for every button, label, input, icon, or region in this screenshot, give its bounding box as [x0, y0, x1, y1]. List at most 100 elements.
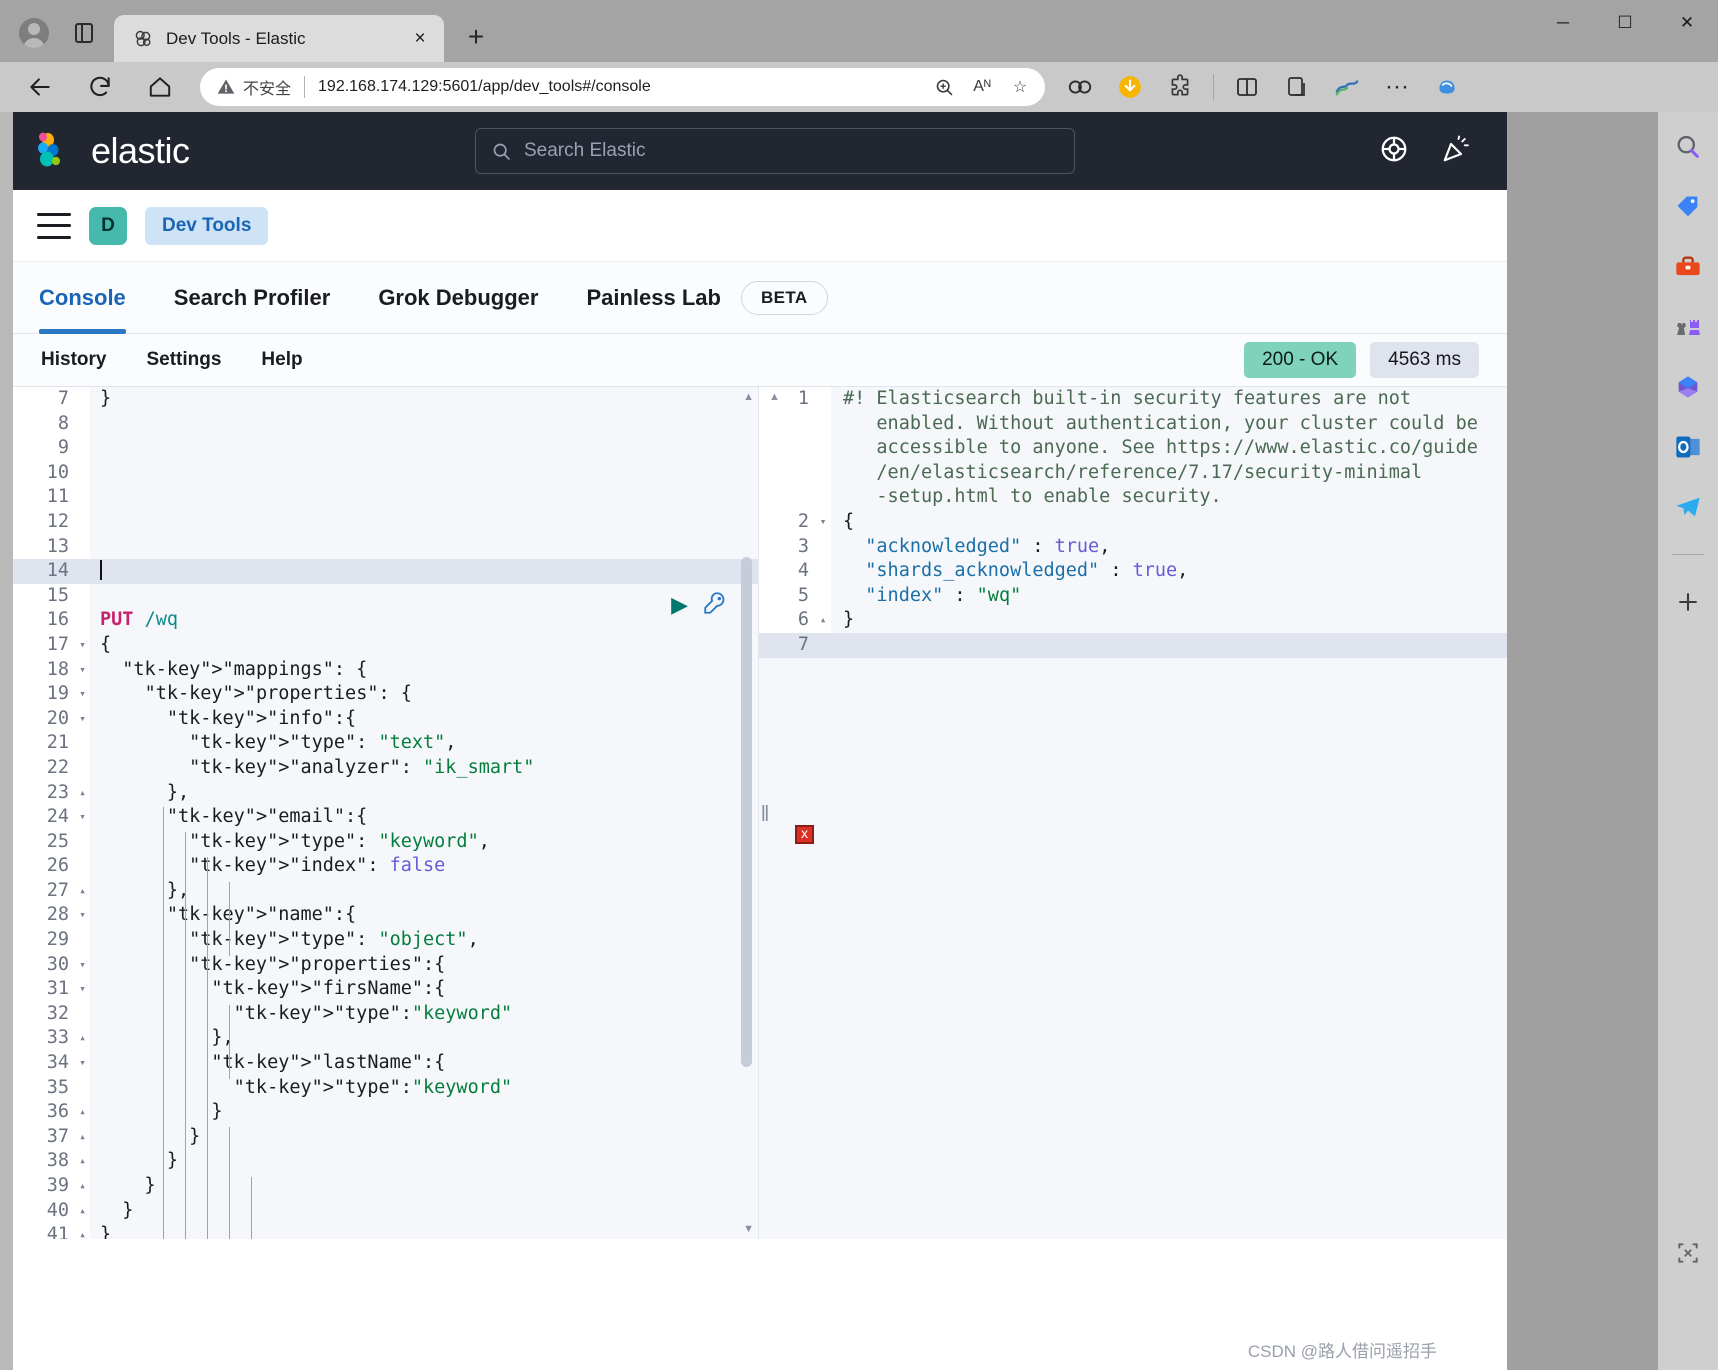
- fold-toggle-icon[interactable]: ▾: [75, 682, 90, 707]
- read-aloud-icon[interactable]: Aᴺ: [963, 71, 1001, 103]
- fold-toggle-icon[interactable]: ▴: [75, 1100, 90, 1125]
- request-code[interactable]: 7} 8 9 10 11 12 13 14 15 16 PUT /wq 17 ▾{18 ▾ "tk-key…: [13, 387, 758, 1239]
- fold-toggle-icon[interactable]: ▴: [75, 1149, 90, 1174]
- editor-line[interactable]: 37 ▴ }: [13, 1124, 758, 1150]
- fold-toggle-icon[interactable]: [75, 928, 90, 953]
- editor-line[interactable]: 20 ▾ "tk-key">"info":{: [13, 706, 758, 732]
- elastic-logo[interactable]: elastic: [35, 130, 475, 172]
- fold-toggle-icon[interactable]: [815, 387, 831, 510]
- wrench-icon[interactable]: [702, 590, 728, 622]
- editor-line[interactable]: 23 ▴ },: [13, 780, 758, 806]
- editor-line[interactable]: 14: [13, 559, 758, 584]
- request-editor[interactable]: 7} 8 9 10 11 12 13 14 15 16 PUT /wq 17 ▾{18 ▾ "tk-key…: [13, 387, 758, 1239]
- history-button[interactable]: History: [41, 349, 106, 371]
- fold-toggle-icon[interactable]: [815, 559, 831, 584]
- fold-toggle-icon[interactable]: [75, 1075, 90, 1101]
- editor-line[interactable]: 26 "tk-key">"index": false: [13, 854, 758, 879]
- editor-line[interactable]: 32 "tk-key">"type":"keyword": [13, 1001, 758, 1027]
- outlook-icon[interactable]: [1671, 430, 1705, 464]
- fold-toggle-icon[interactable]: ▴: [75, 1026, 90, 1052]
- favorite-star-icon[interactable]: ☆: [1001, 71, 1039, 103]
- play-icon[interactable]: ▶: [671, 592, 688, 618]
- telegram-icon[interactable]: [1671, 490, 1705, 524]
- settings-more-icon[interactable]: ···: [1375, 67, 1419, 107]
- breadcrumb-item-dev-tools[interactable]: Dev Tools: [145, 206, 269, 245]
- fold-toggle-icon[interactable]: [75, 829, 90, 855]
- editor-line[interactable]: 39 ▴ }: [13, 1174, 758, 1199]
- editor-line[interactable]: 7}: [13, 387, 758, 412]
- games-icon[interactable]: [1671, 310, 1705, 344]
- editor-line[interactable]: 38 ▴ }: [13, 1149, 758, 1174]
- tab-actions-button[interactable]: [64, 13, 104, 53]
- fold-toggle-icon[interactable]: ▴: [75, 780, 90, 806]
- browser-essentials-icon[interactable]: [1325, 67, 1369, 107]
- add-to-collections-icon[interactable]: [1275, 67, 1319, 107]
- fold-toggle-icon[interactable]: ▴: [75, 1174, 90, 1199]
- fold-toggle-icon[interactable]: [815, 632, 831, 658]
- global-search-input[interactable]: Search Elastic: [475, 128, 1075, 174]
- editor-line[interactable]: 27 ▴ },: [13, 878, 758, 904]
- editor-line[interactable]: 36 ▴ }: [13, 1100, 758, 1125]
- close-icon[interactable]: ×: [406, 25, 434, 53]
- editor-line[interactable]: 30 ▾ "tk-key">"properties":{: [13, 952, 758, 978]
- add-icon[interactable]: [1671, 585, 1705, 619]
- editor-line[interactable]: 12: [13, 509, 758, 535]
- fold-toggle-icon[interactable]: ▴: [75, 878, 90, 904]
- fold-toggle-icon[interactable]: ▾: [75, 1051, 90, 1076]
- fold-toggle-icon[interactable]: [75, 1001, 90, 1027]
- tab-grok-debugger[interactable]: Grok Debugger: [378, 262, 538, 334]
- zoom-in-icon[interactable]: [925, 71, 963, 103]
- fold-toggle-icon[interactable]: ▾: [75, 632, 90, 658]
- fold-toggle-icon[interactable]: [75, 583, 90, 609]
- help-icon[interactable]: [1379, 134, 1409, 169]
- fold-toggle-icon[interactable]: ▾: [75, 805, 90, 830]
- editor-line[interactable]: 28 ▾ "tk-key">"name":{: [13, 903, 758, 929]
- fold-toggle-icon[interactable]: ▾: [75, 706, 90, 732]
- maximize-icon[interactable]: ☐: [1594, 0, 1656, 46]
- new-tab-button[interactable]: +: [456, 17, 496, 57]
- scroll-down-arrow-icon[interactable]: ▼: [743, 1223, 754, 1235]
- browser-tab[interactable]: Dev Tools - Elastic ×: [114, 15, 444, 62]
- fold-toggle-icon[interactable]: [75, 534, 90, 560]
- window-close-icon[interactable]: ✕: [1656, 0, 1718, 46]
- error-marker-icon[interactable]: x: [795, 825, 814, 844]
- fold-toggle-icon[interactable]: [815, 583, 831, 609]
- home-icon[interactable]: [138, 67, 182, 107]
- editor-line[interactable]: 18 ▾ "tk-key">"mappings": {: [13, 657, 758, 683]
- fold-toggle-icon[interactable]: ▴: [815, 608, 831, 633]
- editor-line[interactable]: 41 ▴}: [13, 1223, 758, 1239]
- fold-toggle-icon[interactable]: ▴: [75, 1198, 90, 1224]
- fold-toggle-icon[interactable]: ▾: [75, 977, 90, 1002]
- settings-button[interactable]: Settings: [146, 349, 221, 371]
- fold-toggle-icon[interactable]: ▾: [75, 903, 90, 929]
- help-button[interactable]: Help: [261, 349, 302, 371]
- tab-console[interactable]: Console: [39, 262, 126, 334]
- editor-line[interactable]: 40 ▴ }: [13, 1198, 758, 1224]
- fold-toggle-icon[interactable]: [75, 485, 90, 510]
- search-icon[interactable]: [1671, 130, 1705, 164]
- editor-line[interactable]: 35 "tk-key">"type":"keyword": [13, 1075, 758, 1101]
- pane-resize-handle[interactable]: ‖: [758, 387, 772, 1240]
- editor-line[interactable]: 21 "tk-key">"type": "text",: [13, 731, 758, 756]
- address-bar[interactable]: 不安全 192.168.174.129:5601/app/dev_tools#/…: [200, 68, 1045, 106]
- split-screen-icon[interactable]: [1225, 67, 1269, 107]
- editor-line[interactable]: 33 ▴ },: [13, 1026, 758, 1052]
- office-icon[interactable]: [1671, 370, 1705, 404]
- fold-toggle-icon[interactable]: [75, 559, 90, 584]
- editor-line[interactable]: 11: [13, 485, 758, 510]
- editor-line[interactable]: 22 "tk-key">"analyzer": "ik_smart": [13, 755, 758, 781]
- editor-line[interactable]: 15: [13, 583, 758, 609]
- editor-line[interactable]: 24 ▾ "tk-key">"email":{: [13, 805, 758, 830]
- fold-toggle-icon[interactable]: ▴: [75, 1124, 90, 1150]
- screenshot-tool-icon[interactable]: [1671, 1236, 1705, 1270]
- fold-toggle-icon[interactable]: [75, 608, 90, 633]
- fold-toggle-icon[interactable]: [75, 731, 90, 756]
- profile-button[interactable]: [12, 11, 56, 55]
- fold-toggle-icon[interactable]: ▾: [815, 509, 831, 535]
- menu-toggle-icon[interactable]: [37, 212, 71, 239]
- whats-new-icon[interactable]: [1441, 134, 1471, 169]
- editor-line[interactable]: 16 PUT /wq: [13, 608, 758, 633]
- editor-scrollbar[interactable]: [741, 557, 752, 1067]
- editor-line[interactable]: 31 ▾ "tk-key">"firsName":{: [13, 977, 758, 1002]
- scroll-up-arrow-icon[interactable]: ▲: [743, 391, 754, 403]
